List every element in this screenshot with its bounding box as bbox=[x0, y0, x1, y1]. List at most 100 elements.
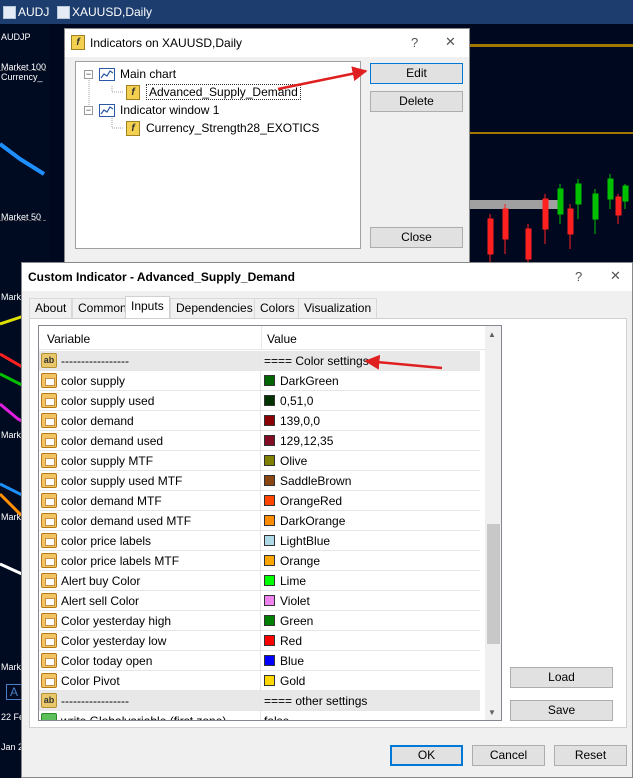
value-cell[interactable]: ==== Color settings bbox=[264, 354, 369, 368]
column-divider[interactable] bbox=[261, 326, 262, 350]
color-swatch[interactable] bbox=[264, 535, 275, 546]
tab-common[interactable]: Common bbox=[72, 298, 133, 318]
color-swatch[interactable] bbox=[264, 555, 275, 566]
close-icon[interactable]: ✕ bbox=[445, 34, 456, 50]
value-cell[interactable]: Blue bbox=[280, 654, 304, 668]
color-param-icon bbox=[41, 553, 57, 568]
color-swatch[interactable] bbox=[264, 455, 275, 466]
value-cell[interactable]: Orange bbox=[280, 554, 320, 568]
value-cell[interactable]: false bbox=[264, 714, 289, 720]
color-param-icon bbox=[41, 433, 57, 448]
color-swatch[interactable] bbox=[264, 595, 275, 606]
cell-divider bbox=[260, 711, 261, 720]
color-swatch[interactable] bbox=[264, 635, 275, 646]
color-swatch[interactable] bbox=[264, 475, 275, 486]
grid-row[interactable]: ab ----------------- ==== Color settings bbox=[39, 351, 480, 371]
tree-item-currency-strength[interactable]: f Currency_Strength28_EXOTICS bbox=[124, 119, 321, 137]
grid-row[interactable]: color supply DarkGreen bbox=[39, 371, 480, 391]
grid-row[interactable]: color supply MTF Olive bbox=[39, 451, 480, 471]
custom-dialog-titlebar[interactable]: Custom Indicator - Advanced_Supply_Deman… bbox=[22, 263, 632, 291]
grid-scrollbar[interactable]: ▲ ▼ bbox=[485, 326, 501, 720]
help-button[interactable]: ? bbox=[575, 269, 582, 284]
color-swatch[interactable] bbox=[264, 415, 275, 426]
scroll-down-icon[interactable]: ▼ bbox=[488, 708, 496, 717]
save-button[interactable]: Save bbox=[510, 700, 613, 721]
grid-row[interactable]: color price labels MTF Orange bbox=[39, 551, 480, 571]
indicators-dialog-titlebar[interactable]: f Indicators on XAUUSD,Daily ? ✕ bbox=[65, 29, 469, 57]
value-cell[interactable]: ==== other settings bbox=[264, 694, 367, 708]
value-cell[interactable]: LightBlue bbox=[280, 534, 330, 548]
grid-row[interactable]: color demand used 129,12,35 bbox=[39, 431, 480, 451]
reset-button[interactable]: Reset bbox=[554, 745, 627, 766]
grid-row[interactable]: color demand used MTF DarkOrange bbox=[39, 511, 480, 531]
close-button[interactable]: Close bbox=[370, 227, 463, 248]
value-cell[interactable]: OrangeRed bbox=[280, 494, 342, 508]
color-swatch[interactable] bbox=[264, 655, 275, 666]
grid-row[interactable]: write Globalvariable (first zone) false bbox=[39, 711, 480, 720]
value-cell[interactable]: DarkOrange bbox=[280, 514, 345, 528]
collapse-icon[interactable]: − bbox=[84, 69, 93, 79]
tab-dependencies[interactable]: Dependencies bbox=[170, 298, 259, 318]
color-swatch[interactable] bbox=[264, 515, 275, 526]
tab-about[interactable]: About bbox=[29, 298, 73, 318]
grid-row[interactable]: Color yesterday low Red bbox=[39, 631, 480, 651]
help-button[interactable]: ? bbox=[411, 35, 418, 50]
value-cell[interactable]: Violet bbox=[280, 594, 310, 608]
grid-row[interactable]: Color today open Blue bbox=[39, 651, 480, 671]
color-swatch[interactable] bbox=[264, 575, 275, 586]
scroll-up-icon[interactable]: ▲ bbox=[488, 330, 496, 339]
grid-row[interactable]: ab ----------------- ==== other settings bbox=[39, 691, 480, 711]
tree-node-indicator-window-1[interactable]: − Indicator window 1 bbox=[84, 101, 219, 119]
chart-window-icon bbox=[99, 103, 115, 117]
color-swatch[interactable] bbox=[264, 395, 275, 406]
scrollbar-thumb[interactable] bbox=[487, 524, 500, 644]
column-header-variable[interactable]: Variable bbox=[47, 332, 90, 346]
tab-colors[interactable]: Colors bbox=[254, 298, 301, 318]
chart-tab-label: XAUUSD,Daily bbox=[72, 5, 153, 19]
grid-row[interactable]: color supply used MTF SaddleBrown bbox=[39, 471, 480, 491]
cancel-button[interactable]: Cancel bbox=[472, 745, 545, 766]
value-cell[interactable]: Red bbox=[280, 634, 302, 648]
tab-inputs[interactable]: Inputs bbox=[125, 296, 170, 319]
grid-row[interactable]: Alert sell Color Violet bbox=[39, 591, 480, 611]
grid-row[interactable]: color demand 139,0,0 bbox=[39, 411, 480, 431]
value-cell[interactable]: 129,12,35 bbox=[280, 434, 333, 448]
grid-row[interactable]: Color yesterday high Green bbox=[39, 611, 480, 631]
chart-tab-audj[interactable]: AUDJ bbox=[0, 2, 50, 22]
delete-button[interactable]: Delete bbox=[370, 91, 463, 112]
color-swatch[interactable] bbox=[264, 375, 275, 386]
cell-divider bbox=[260, 411, 261, 431]
close-icon[interactable]: ✕ bbox=[610, 268, 621, 284]
grid-row[interactable]: Color Pivot Gold bbox=[39, 671, 480, 691]
column-header-value[interactable]: Value bbox=[267, 332, 297, 346]
value-cell[interactable]: Olive bbox=[280, 454, 307, 468]
variable-name: Alert buy Color bbox=[61, 574, 141, 588]
variable-name: Color Pivot bbox=[61, 674, 120, 688]
grid-row[interactable]: color price labels LightBlue bbox=[39, 531, 480, 551]
value-cell[interactable]: Gold bbox=[280, 674, 305, 688]
value-cell[interactable]: SaddleBrown bbox=[280, 474, 351, 488]
value-cell[interactable]: 0,51,0 bbox=[280, 394, 313, 408]
chart-tab-xauusd[interactable]: XAUUSD,Daily bbox=[54, 2, 214, 22]
value-cell[interactable]: Green bbox=[280, 614, 313, 628]
cell-divider bbox=[260, 531, 261, 551]
cell-divider bbox=[260, 511, 261, 531]
color-swatch[interactable] bbox=[264, 675, 275, 686]
color-swatch[interactable] bbox=[264, 495, 275, 506]
load-button[interactable]: Load bbox=[510, 667, 613, 688]
value-cell[interactable]: 139,0,0 bbox=[280, 414, 320, 428]
tab-visualization[interactable]: Visualization bbox=[298, 298, 378, 318]
ok-button[interactable]: OK bbox=[390, 745, 463, 766]
color-swatch[interactable] bbox=[264, 615, 275, 626]
color-swatch[interactable] bbox=[264, 435, 275, 446]
grid-row[interactable]: Alert buy Color Lime bbox=[39, 571, 480, 591]
edit-button[interactable]: Edit bbox=[370, 63, 463, 84]
tree-item-advanced-supply-demand[interactable]: f Advanced_Supply_Demand bbox=[124, 83, 303, 101]
tree-node-main-chart[interactable]: − Main chart bbox=[84, 65, 176, 83]
collapse-icon[interactable]: − bbox=[84, 105, 93, 115]
grid-row[interactable]: color supply used 0,51,0 bbox=[39, 391, 480, 411]
color-param-icon bbox=[41, 633, 57, 648]
grid-row[interactable]: color demand MTF OrangeRed bbox=[39, 491, 480, 511]
value-cell[interactable]: DarkGreen bbox=[280, 374, 339, 388]
value-cell[interactable]: Lime bbox=[280, 574, 306, 588]
